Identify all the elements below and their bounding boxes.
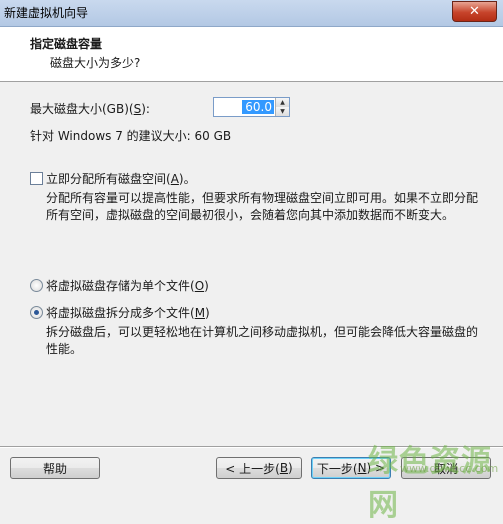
- next-button-label: 下一步(: [316, 461, 358, 476]
- close-button[interactable]: ✕: [452, 1, 497, 22]
- window-title: 新建虚拟机向导: [4, 6, 89, 20]
- split-files-hotkey: M: [194, 306, 206, 320]
- allocate-desc-line2: 所有空间，虚拟磁盘的空间最初很小，会随着您向其中添加数据而不断变大。: [46, 208, 455, 222]
- page-subtitle: 磁盘大小为多少?: [50, 56, 141, 70]
- allocate-all-hotkey: A: [170, 172, 179, 186]
- single-file-hotkey: O: [194, 279, 205, 293]
- split-files-radio[interactable]: [30, 306, 43, 319]
- watermark-logo: 绿色资源网: [368, 444, 492, 523]
- back-button-suffix: ): [288, 461, 293, 475]
- split-files-label[interactable]: 将虚拟磁盘拆分成多个文件(M): [46, 304, 210, 321]
- split-files-label-text: 将虚拟磁盘拆分成多个文件(: [46, 306, 195, 320]
- split-desc-line1: 拆分磁盘后，可以更轻松地在计算机之间移动虚拟机，但可能会降低大容量磁盘的: [46, 325, 479, 339]
- page-title: 指定磁盘容量: [30, 37, 103, 51]
- watermark-url: www.downcc.com: [400, 462, 499, 475]
- single-file-label[interactable]: 将虚拟磁盘存储为单个文件(O): [46, 277, 209, 294]
- help-button[interactable]: 帮助: [10, 457, 100, 479]
- back-hotkey: B: [279, 461, 289, 475]
- single-file-radio[interactable]: [30, 279, 43, 292]
- wizard-header: 指定磁盘容量 磁盘大小为多少?: [0, 27, 503, 82]
- title-bar: 新建虚拟机向导 ✕: [0, 0, 503, 27]
- max-disk-size-label-text: 最大磁盘大小(GB)(: [30, 102, 134, 116]
- split-files-description: 拆分磁盘后，可以更轻松地在计算机之间移动虚拟机，但可能会降低大容量磁盘的 性能。: [46, 324, 478, 358]
- allocate-all-label-text: 立即分配所有磁盘空间(: [46, 172, 171, 186]
- max-disk-size-label-suffix: ):: [141, 102, 150, 116]
- spin-up-icon[interactable]: ▲: [276, 98, 289, 107]
- single-file-label-suffix: ): [204, 279, 209, 293]
- max-disk-size-spinner[interactable]: 60.0 ▲ ▼: [213, 97, 290, 117]
- allocate-desc-line1: 分配所有容量可以提高性能，但要求所有物理磁盘空间立即可用。如果不立即分配: [46, 191, 479, 205]
- help-button-label: 帮助: [42, 461, 67, 476]
- single-file-label-text: 将虚拟磁盘存储为单个文件(: [46, 279, 195, 293]
- allocate-all-description: 分配所有容量可以提高性能，但要求所有物理磁盘空间立即可用。如果不立即分配 所有空…: [46, 190, 478, 224]
- close-icon: ✕: [469, 4, 480, 19]
- next-hotkey: N: [357, 461, 367, 475]
- back-button-label: < 上一步(: [225, 461, 280, 476]
- spinner-arrows[interactable]: ▲ ▼: [275, 98, 289, 116]
- split-desc-line2: 性能。: [46, 342, 83, 356]
- back-button[interactable]: < 上一步(B): [216, 457, 302, 479]
- split-files-label-suffix: ): [205, 306, 210, 320]
- allocate-all-label-suffix: )。: [178, 172, 196, 186]
- allocate-all-checkbox[interactable]: [30, 172, 43, 185]
- recommended-size-text: 针对 Windows 7 的建议大小: 60 GB: [30, 129, 232, 143]
- max-disk-size-input[interactable]: 60.0: [242, 100, 274, 114]
- allocate-all-label[interactable]: 立即分配所有磁盘空间(A)。: [46, 170, 196, 187]
- spin-down-icon[interactable]: ▼: [276, 107, 289, 116]
- max-disk-size-label: 最大磁盘大小(GB)(S):: [30, 100, 150, 117]
